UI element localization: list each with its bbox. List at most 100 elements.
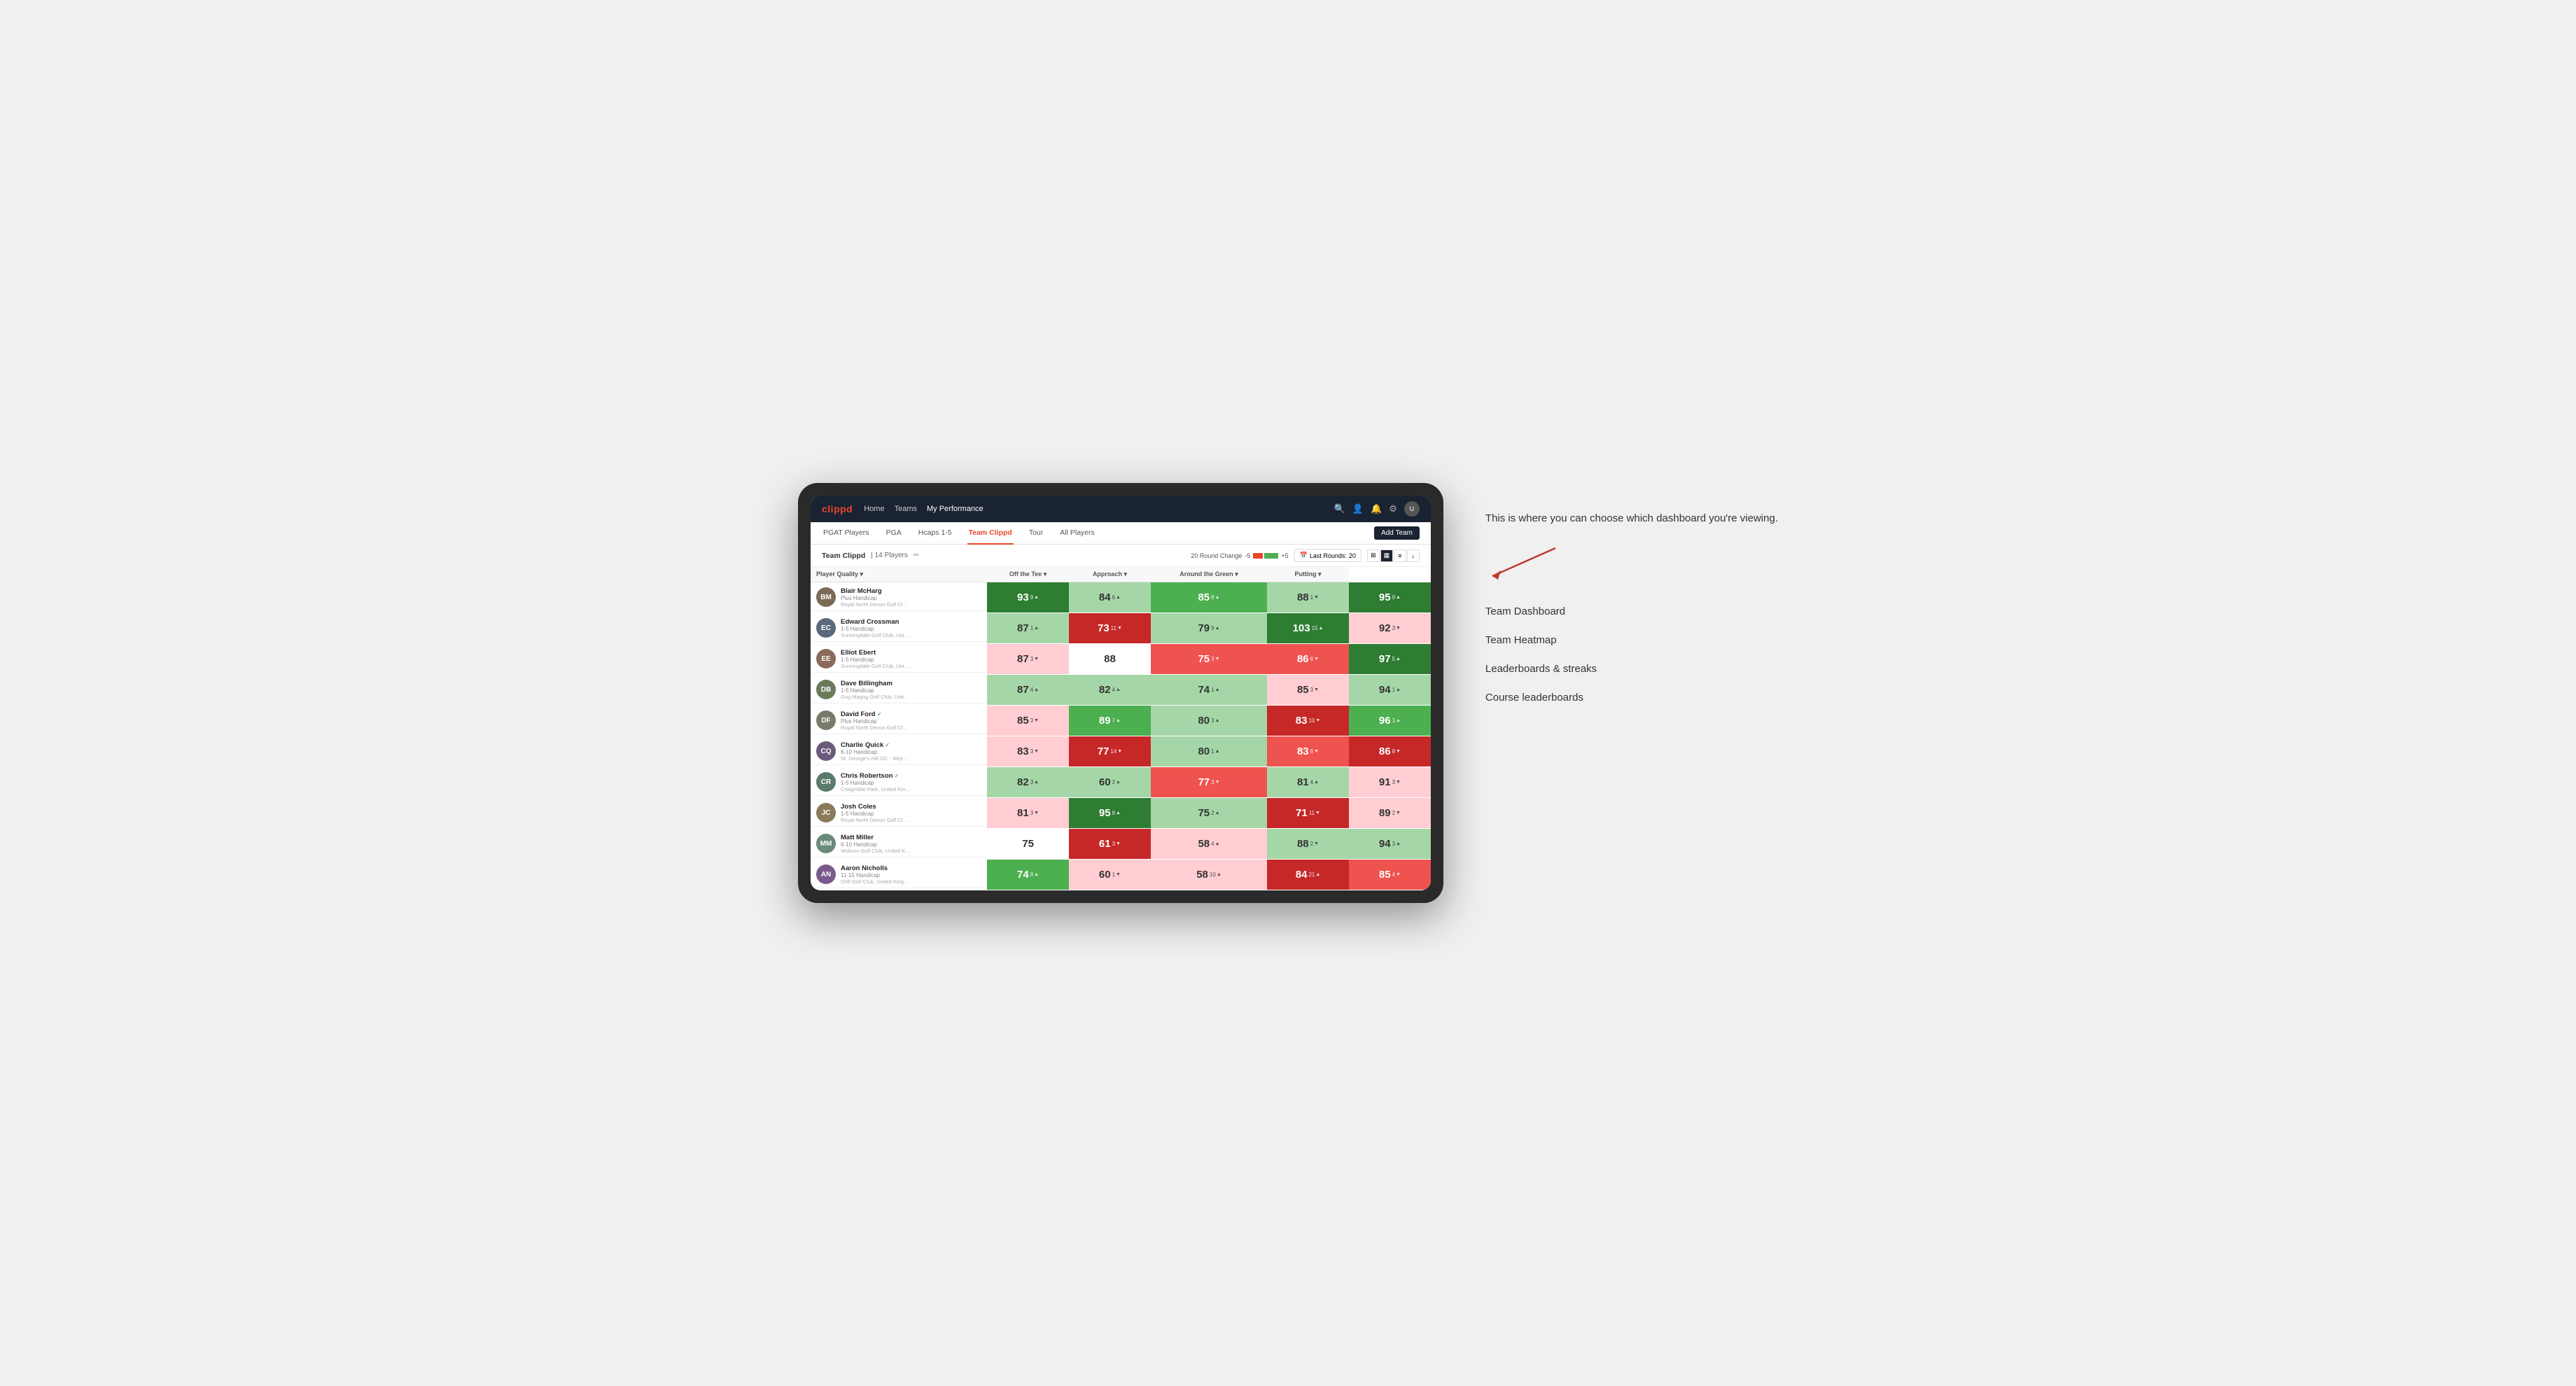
col-header-around-green[interactable]: Around the Green ▾ [1151,567,1267,582]
score-cell-inner: 89 2▼ [1349,798,1431,828]
score-delta: 3▼ [1030,810,1039,816]
score-delta: 10▼ [1308,718,1320,724]
score-value: 85 [1198,592,1210,603]
settings-icon[interactable]: ⚙ [1389,503,1397,514]
score-delta: 3▼ [1211,779,1219,785]
table-row[interactable]: DF David Ford✓ Plus Handicap Royal North… [811,706,1431,736]
score-cell-inner: 88 [1069,644,1151,674]
sub-nav-pga[interactable]: PGA [885,522,903,545]
add-team-button[interactable]: Add Team [1374,526,1420,540]
player-info: Dave Billingham 1-5 Handicap Gog Magog G… [841,680,911,700]
score-delta: 9▲ [1030,594,1039,601]
player-cell: DF David Ford✓ Plus Handicap Royal North… [811,708,987,734]
filter-button[interactable]: ↓ [1407,550,1420,562]
score-value: 81 [1017,807,1029,819]
player-club: Sunningdale Golf Club, United Kingdom [841,663,911,669]
score-cell-inner: 79 9▲ [1151,613,1267,643]
last-rounds-button[interactable]: 📅 Last Rounds: 20 [1294,549,1362,562]
player-cell: EC Edward Crossman 1-5 Handicap Sunningd… [811,615,987,642]
score-delta: 1▼ [1310,594,1319,601]
score-cell-inner: 74 8▲ [987,860,1069,890]
player-table: Player Quality ▾ Off the Tee ▾ Approach … [811,567,1431,890]
score-delta: 8▲ [1112,810,1121,816]
score-cell-inner: 94 1▲ [1349,675,1431,705]
score-value: 94 [1379,684,1391,696]
score-value: 85 [1379,869,1391,881]
menu-item-team-heatmap[interactable]: Team Heatmap [1485,626,1778,654]
score-value: 74 [1198,684,1210,696]
score-delta: 2▲ [1112,779,1121,785]
score-cell-inner: 61 3▼ [1069,829,1151,859]
score-value: 88 [1104,653,1116,665]
nav-home[interactable]: Home [864,502,884,516]
score-delta: 4▲ [1211,841,1219,847]
score-value: 60 [1099,776,1111,788]
heatmap-view-button[interactable]: ▦ [1380,550,1393,562]
col-header-off-the-tee[interactable]: Off the Tee ▾ [987,567,1069,582]
player-name: Aaron Nicholls [841,864,911,872]
player-avatar: EC [816,618,836,638]
score-value: 87 [1017,653,1029,665]
table-row[interactable]: DB Dave Billingham 1-5 Handicap Gog Mago… [811,675,1431,706]
team-header: Team Clippd | 14 Players ✏ 20 Round Chan… [811,545,1431,567]
user-icon[interactable]: 👤 [1352,503,1364,514]
sub-nav-all-players[interactable]: All Players [1058,522,1096,545]
player-club: Woburn Golf Club, United Kingdom [841,848,911,854]
score-delta: 4▼ [1392,872,1401,878]
score-delta: 9▲ [1211,625,1219,631]
player-cell: DB Dave Billingham 1-5 Handicap Gog Mago… [811,677,987,704]
table-row[interactable]: EC Edward Crossman 1-5 Handicap Sunningd… [811,613,1431,644]
player-cell: MM Matt Miller 6-10 Handicap Woburn Golf… [811,831,987,858]
grid-view-button[interactable]: ⊞ [1367,550,1380,562]
sub-nav: PGAT Players PGA Hcaps 1-5 Team Clippd T… [811,522,1431,545]
score-cell-inner: 83 3▼ [987,736,1069,766]
score-cell-inner: 80 3▲ [1151,706,1267,736]
bell-icon[interactable]: 🔔 [1371,503,1382,514]
sub-nav-pgat[interactable]: PGAT Players [822,522,871,545]
table-row[interactable]: MM Matt Miller 6-10 Handicap Woburn Golf… [811,829,1431,860]
menu-item-leaderboards[interactable]: Leaderboards & streaks [1485,654,1778,683]
edit-icon[interactable]: ✏ [913,552,919,559]
player-name: Edward Crossman [841,618,911,626]
score-delta: 8▲ [1030,872,1039,878]
score-delta: 8▲ [1211,594,1219,601]
tablet-frame: clippd Home Teams My Performance 🔍 👤 🔔 ⚙… [798,483,1443,903]
player-cell: JC Josh Coles 1-5 Handicap Royal North D… [811,800,987,827]
avatar[interactable]: U [1404,501,1420,517]
table-row[interactable]: EE Elliot Ebert 1-5 Handicap Sunningdale… [811,644,1431,675]
player-handicap: 1-5 Handicap [841,657,911,663]
sub-nav-tour[interactable]: Tour [1028,522,1044,545]
score-delta: 7▲ [1112,718,1121,724]
score-cell-inner: 87 4▲ [987,675,1069,705]
menu-item-team-dashboard[interactable]: Team Dashboard [1485,597,1778,626]
table-row[interactable]: AN Aaron Nicholls 11-15 Handicap Drift G… [811,860,1431,890]
page-wrapper: clippd Home Teams My Performance 🔍 👤 🔔 ⚙… [798,483,1778,903]
sub-nav-team-clippd[interactable]: Team Clippd [967,522,1014,545]
score-cell-inner: 77 3▼ [1151,767,1267,797]
table-row[interactable]: BM Blair McHarg Plus Handicap Royal Nort… [811,582,1431,613]
player-name: Chris Robertson✓ [841,772,911,780]
player-avatar: DB [816,680,836,699]
col-header-player[interactable]: Player Quality ▾ [811,567,987,582]
table-row[interactable]: CR Chris Robertson✓ 1-5 Handicap Craigmi… [811,767,1431,798]
table-row[interactable]: JC Josh Coles 1-5 Handicap Royal North D… [811,798,1431,829]
score-delta: 14▼ [1110,748,1122,755]
list-view-button[interactable]: ≡ [1394,550,1406,562]
col-header-approach[interactable]: Approach ▾ [1069,567,1151,582]
player-name: Matt Miller [841,834,911,841]
score-delta: 2▲ [1211,810,1219,816]
col-header-putting[interactable]: Putting ▾ [1267,567,1349,582]
search-icon[interactable]: 🔍 [1334,503,1345,514]
nav-my-performance[interactable]: My Performance [927,502,983,516]
nav-teams[interactable]: Teams [895,502,917,516]
score-value: 87 [1017,684,1029,696]
sub-nav-hcaps[interactable]: Hcaps 1-5 [917,522,953,545]
score-cell-inner: 58 4▲ [1151,829,1267,859]
score-cell-inner: 87 1▲ [987,613,1069,643]
score-delta: 3▼ [1030,748,1039,755]
score-cell-inner: 75 3▼ [1151,644,1267,674]
player-club: Royal North Devon Golf Club, United King… [841,817,911,823]
table-row[interactable]: CQ Charlie Quick✓ 6-10 Handicap St. Geor… [811,736,1431,767]
verified-badge: ✓ [894,773,899,779]
menu-item-course-leaderboards[interactable]: Course leaderboards [1485,683,1778,712]
